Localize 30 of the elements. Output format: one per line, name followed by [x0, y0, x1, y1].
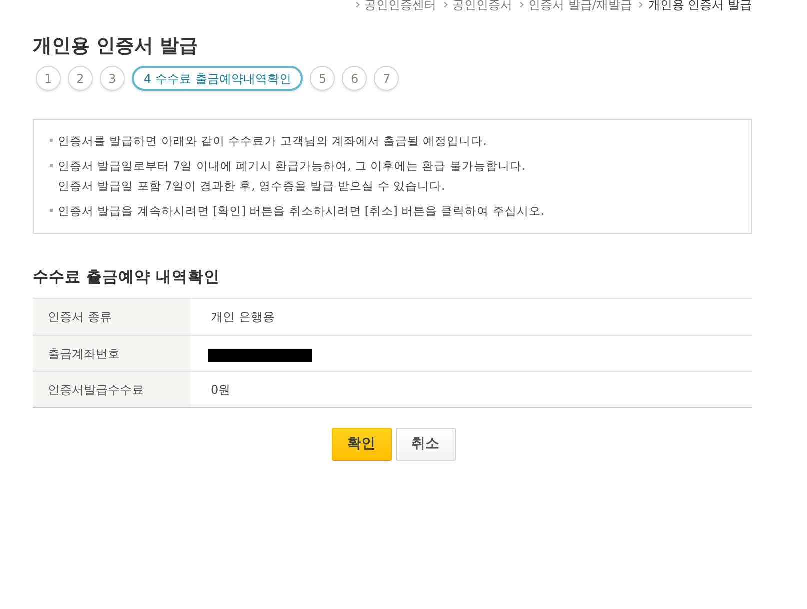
step-indicator: 6: [342, 66, 368, 91]
step-indicator: 2: [68, 66, 93, 91]
chevron-icon: [444, 2, 448, 8]
chevron-icon: [520, 2, 524, 8]
table-header-cell: 인증서 종류: [33, 299, 191, 335]
notice-text: 인증서 발급일로부터 7일 이내에 폐기시 환급가능하여, 그 이후에는 환급 불가능합니다. 인증서 발급일 포함 7일이 경과한 후, 영수증을 발급 받으실 수 있습니다.: [58, 158, 526, 195]
step-indicator: 4 수수료 출금예약내역확인: [132, 66, 304, 91]
bullet-icon: [50, 164, 53, 167]
section-title: 수수료 출금예약 내역확인: [33, 267, 220, 287]
step-indicator: 1: [36, 66, 61, 91]
step-indicator: 3: [100, 66, 125, 91]
step-indicator: 7: [374, 66, 400, 91]
page-title: 개인용 인증서 발급: [33, 34, 198, 58]
table-header-cell: 인증서발급수수료: [33, 372, 191, 407]
cancel-button[interactable]: 취소: [396, 428, 456, 461]
notice-text: 인증서를 발급하면 아래와 같이 수수료가 고객님의 계좌에서 출금될 예정입니다.: [58, 133, 487, 150]
step-indicator: 5: [310, 66, 336, 91]
bullet-icon: [50, 209, 53, 212]
chevron-icon: [639, 2, 644, 8]
confirm-button[interactable]: 확인: [332, 428, 392, 461]
table-header-cell: 출금계좌번호: [33, 336, 191, 371]
chevron-icon: [356, 2, 360, 8]
breadcrumb-link[interactable]: 공인인증센터: [364, 0, 436, 11]
breadcrumb-current: 개인용 인증서 발급: [648, 0, 752, 11]
notice-text: 인증서 발급을 계속하시려면 [확인] 버튼을 취소하시려면 [취소] 버튼을 클릭하여 주십시오.: [58, 203, 545, 220]
table-cell-text: 0원: [211, 382, 231, 398]
breadcrumb-link[interactable]: 공인인증서: [452, 0, 512, 11]
bullet-icon: [50, 139, 53, 142]
breadcrumb-link[interactable]: 인증서 발급/재발급: [528, 0, 632, 11]
table-cell-text: 개인 은행용: [211, 309, 275, 326]
